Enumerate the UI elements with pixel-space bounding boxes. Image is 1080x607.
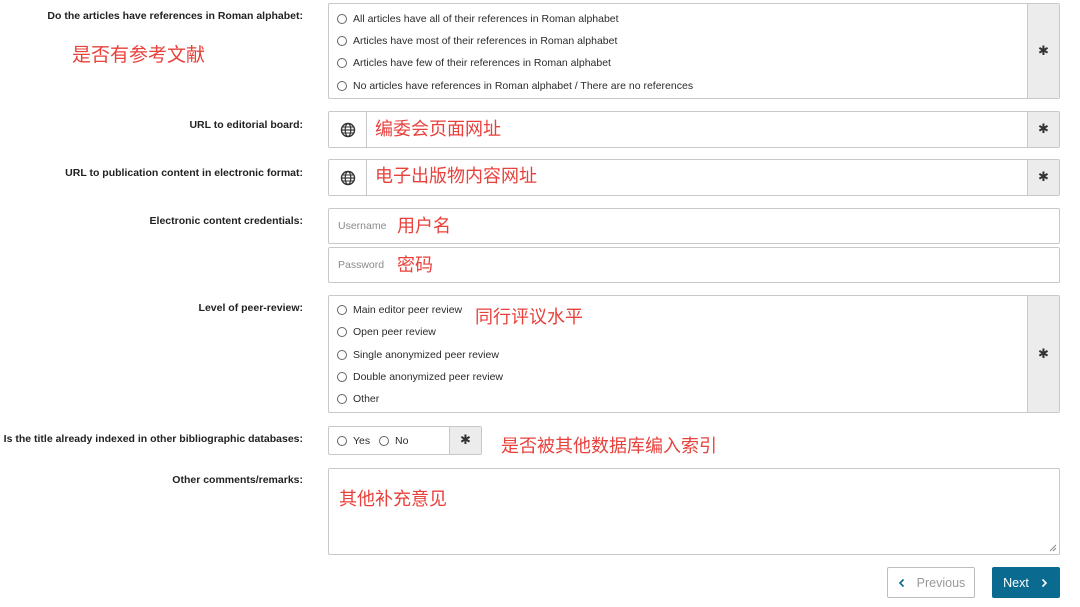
indexed-option-no[interactable]: No bbox=[379, 435, 408, 447]
radio-button[interactable] bbox=[379, 436, 389, 446]
password-annotation: 密码 bbox=[397, 255, 433, 276]
globe-icon bbox=[329, 160, 367, 195]
peer-review-option[interactable]: Other bbox=[337, 393, 379, 405]
peer-review-option[interactable]: Single anonymized peer review bbox=[337, 349, 499, 361]
option-label: Double anonymized peer review bbox=[353, 371, 503, 383]
next-button[interactable]: Next bbox=[992, 567, 1060, 598]
radio-button[interactable] bbox=[337, 436, 347, 446]
radio-button[interactable] bbox=[337, 81, 347, 91]
option-label: Single anonymized peer review bbox=[353, 349, 499, 361]
option-label: Articles have most of their references i… bbox=[353, 35, 618, 47]
peer-review-option[interactable]: Open peer review bbox=[337, 326, 436, 338]
roman-refs-option[interactable]: No articles have references in Roman alp… bbox=[337, 80, 693, 92]
credentials-label: Electronic content credentials: bbox=[149, 215, 303, 227]
indexed-radio-group: Yes No ✱ bbox=[328, 426, 482, 455]
comments-annotation: 其他补充意见 bbox=[339, 489, 447, 510]
username-placeholder: Username bbox=[338, 220, 387, 232]
required-marker: ✱ bbox=[1027, 160, 1059, 195]
previous-label: Previous bbox=[916, 575, 966, 590]
radio-button[interactable] bbox=[337, 305, 347, 315]
option-label: All articles have all of their reference… bbox=[353, 13, 619, 25]
editorial-url-label: URL to editorial board: bbox=[189, 119, 303, 131]
peer-review-annotation: 同行评议水平 bbox=[475, 307, 583, 328]
editorial-url-input[interactable]: 编委会页面网址 ✱ bbox=[328, 111, 1060, 148]
resize-handle-icon[interactable] bbox=[1049, 544, 1057, 552]
publication-url-label: URL to publication content in electronic… bbox=[65, 167, 303, 179]
password-input[interactable]: Password 密码 bbox=[328, 247, 1060, 283]
roman-refs-option[interactable]: Articles have most of their references i… bbox=[337, 35, 617, 47]
roman-refs-radio-group: All articles have all of their reference… bbox=[328, 3, 1060, 99]
option-label: Open peer review bbox=[353, 326, 436, 338]
roman-refs-option[interactable]: Articles have few of their references in… bbox=[337, 57, 611, 69]
next-label: Next bbox=[1003, 575, 1029, 590]
peer-review-option[interactable]: Main editor peer review bbox=[337, 304, 462, 316]
radio-button[interactable] bbox=[337, 372, 347, 382]
roman-refs-label: Do the articles have references in Roman… bbox=[47, 10, 303, 22]
radio-button[interactable] bbox=[337, 350, 347, 360]
radio-button[interactable] bbox=[337, 394, 347, 404]
editorial-url-annotation: 编委会页面网址 bbox=[375, 119, 501, 140]
option-label: Yes bbox=[353, 435, 371, 447]
chevron-left-icon bbox=[898, 578, 904, 587]
radio-button[interactable] bbox=[337, 14, 347, 24]
option-label: No articles have references in Roman alp… bbox=[353, 80, 694, 92]
password-placeholder: Password bbox=[338, 259, 385, 271]
option-label: No bbox=[395, 435, 409, 447]
comments-label: Other comments/remarks: bbox=[172, 474, 303, 486]
required-marker: ✱ bbox=[449, 427, 481, 454]
indexed-annotation: 是否被其他数据库编入索引 bbox=[501, 436, 717, 457]
peer-review-option[interactable]: Double anonymized peer review bbox=[337, 371, 503, 383]
indexed-option-yes[interactable]: Yes bbox=[337, 435, 370, 447]
username-annotation: 用户名 bbox=[397, 216, 451, 237]
peer-review-radio-group: Main editor peer review Open peer review… bbox=[328, 295, 1060, 413]
previous-button[interactable]: Previous bbox=[887, 567, 975, 598]
peer-review-label: Level of peer-review: bbox=[198, 302, 303, 314]
username-input[interactable]: Username 用户名 bbox=[328, 208, 1060, 244]
roman-refs-annotation: 是否有参考文献 bbox=[72, 44, 206, 66]
publication-url-input[interactable]: 电子出版物内容网址 ✱ bbox=[328, 159, 1060, 196]
chevron-right-icon bbox=[1041, 578, 1047, 587]
publication-url-annotation: 电子出版物内容网址 bbox=[375, 166, 537, 187]
indexed-label: Is the title already indexed in other bi… bbox=[3, 433, 303, 445]
option-label: Main editor peer review bbox=[353, 304, 463, 316]
roman-refs-option[interactable]: All articles have all of their reference… bbox=[337, 13, 619, 25]
comments-textarea[interactable]: 其他补充意见 bbox=[328, 468, 1060, 555]
globe-icon bbox=[329, 112, 367, 147]
radio-button[interactable] bbox=[337, 327, 347, 337]
option-label: Articles have few of their references in… bbox=[353, 57, 611, 69]
required-marker: ✱ bbox=[1027, 296, 1059, 412]
required-marker: ✱ bbox=[1027, 112, 1059, 147]
radio-button[interactable] bbox=[337, 58, 347, 68]
option-label: Other bbox=[353, 393, 380, 405]
radio-button[interactable] bbox=[337, 36, 347, 46]
required-marker: ✱ bbox=[1027, 4, 1059, 98]
